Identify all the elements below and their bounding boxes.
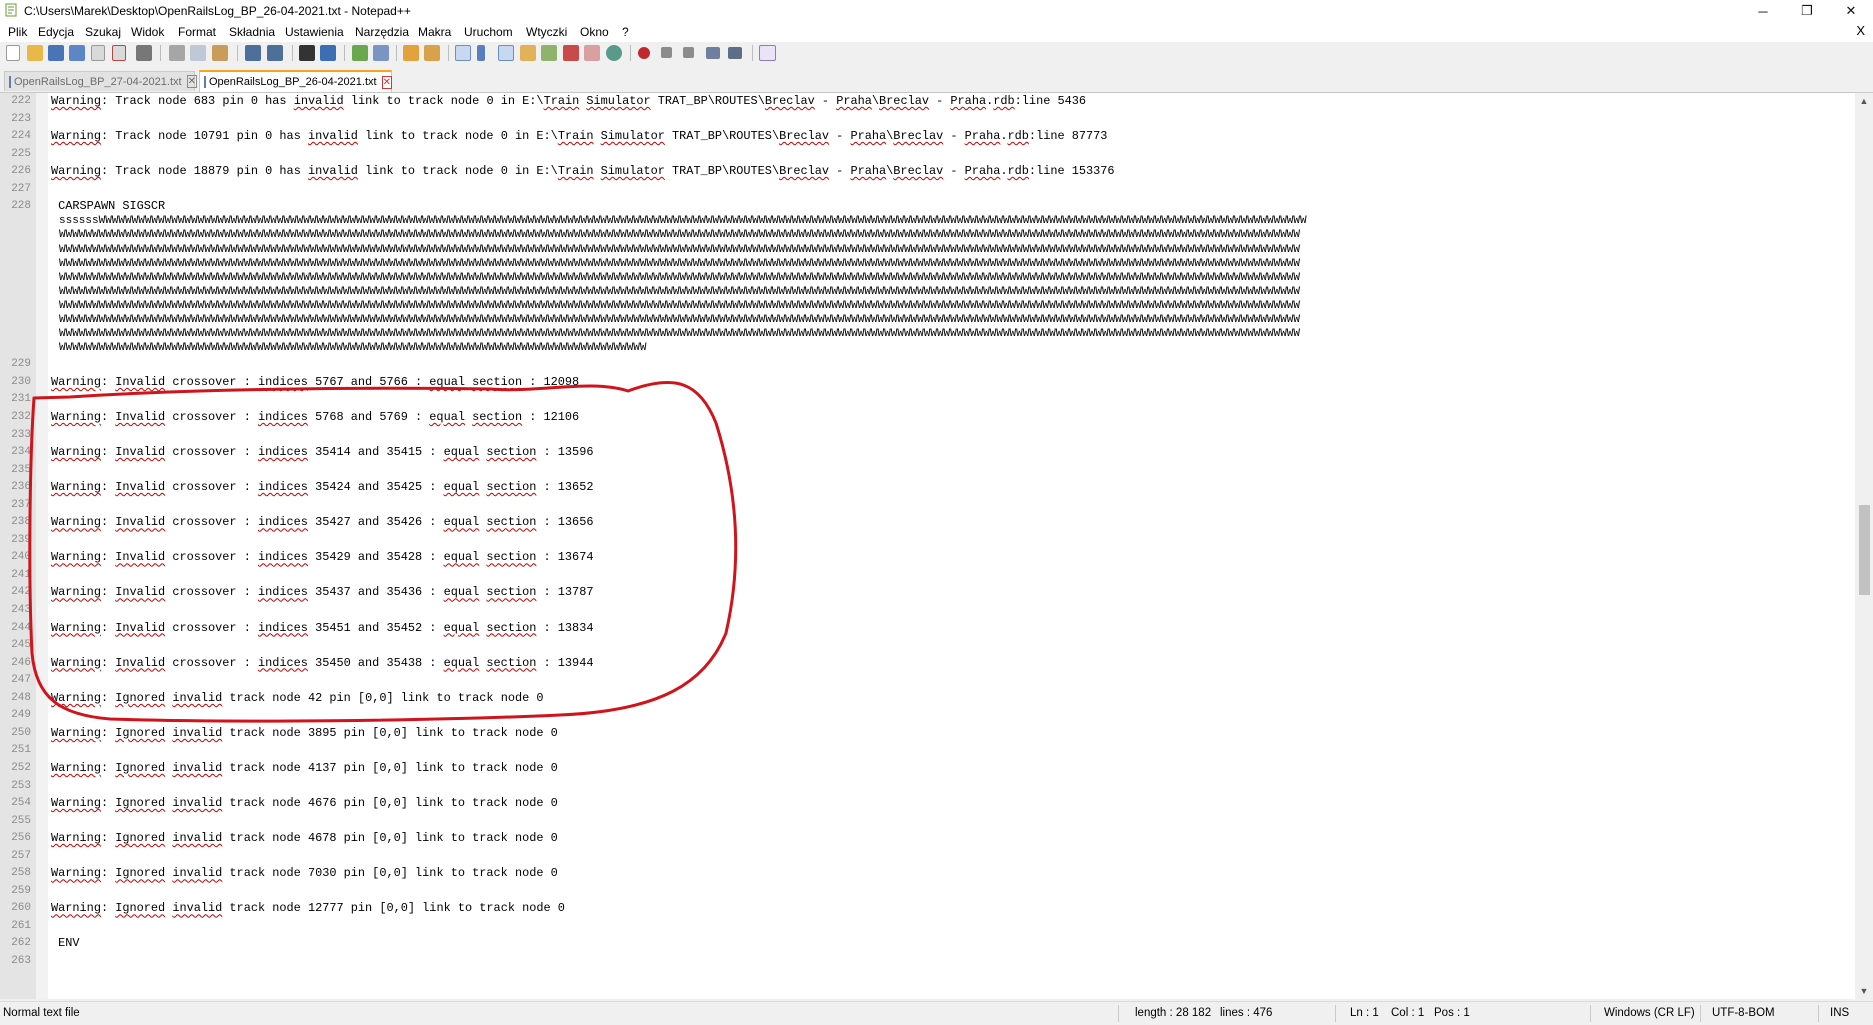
notepad-plus-plus-icon <box>5 3 17 17</box>
save-all-icon[interactable] <box>69 45 85 61</box>
status-encoding: UTF-8-BOM <box>1712 1007 1775 1019</box>
new-file-icon[interactable] <box>6 45 20 61</box>
spell-check-icon[interactable] <box>759 45 776 61</box>
paste-icon[interactable] <box>212 45 228 61</box>
document-map-icon[interactable] <box>541 45 557 61</box>
title-bar: C:\Users\Marek\Desktop\OpenRailsLog_BP_2… <box>0 0 1873 22</box>
restore-button[interactable]: ❐ <box>1785 0 1829 22</box>
minimize-button[interactable]: ─ <box>1741 0 1785 22</box>
status-lines: lines : 476 <box>1220 1007 1273 1019</box>
sync-horizontal-icon[interactable] <box>424 45 440 61</box>
toolbar-separator <box>160 45 161 61</box>
red-freehand-highlight <box>28 381 738 723</box>
menu-narzedzia[interactable]: Narzędzia <box>355 25 409 39</box>
toolbar-separator <box>344 45 345 61</box>
toolbar-separator <box>292 45 293 61</box>
menu-okno[interactable]: Okno <box>580 25 609 39</box>
tab-openrailslog-27-04[interactable]: OpenRailsLog_BP_27-04-2021.txt ✕ <box>4 71 197 91</box>
status-pos: Pos : 1 <box>1434 1007 1470 1019</box>
scroll-up-icon[interactable]: ▲ <box>1855 93 1873 109</box>
status-divider <box>1118 1005 1119 1022</box>
replace-icon[interactable] <box>320 45 336 61</box>
undo-icon[interactable] <box>245 45 261 61</box>
menu-edycja[interactable]: Edycja <box>38 25 74 39</box>
close-document-button[interactable]: X <box>1856 23 1865 38</box>
status-file-type: Normal text file <box>3 1007 80 1019</box>
tab-close-icon[interactable]: ✕ <box>381 75 392 89</box>
status-length: length : 28 182 <box>1135 1007 1212 1019</box>
tab-bar: OpenRailsLog_BP_27-04-2021.txt ✕ OpenRai… <box>0 68 1873 93</box>
close-all-icon[interactable] <box>112 45 126 61</box>
print-icon[interactable] <box>136 45 152 61</box>
user-defined-language-icon[interactable] <box>520 45 536 61</box>
close-button[interactable]: ✕ <box>1829 0 1873 22</box>
status-divider <box>1590 1005 1591 1022</box>
zoom-out-icon[interactable] <box>373 45 389 61</box>
toolbar-separator <box>396 45 397 61</box>
status-divider <box>1335 1005 1336 1022</box>
menu-help[interactable]: ? <box>622 25 629 39</box>
menu-wtyczki[interactable]: Wtyczki <box>526 25 567 39</box>
zoom-in-icon[interactable] <box>352 45 368 61</box>
tab-openrailslog-26-04[interactable]: OpenRailsLog_BP_26-04-2021.txt ✕ <box>199 70 392 92</box>
run-macro-multiple-icon[interactable] <box>706 47 720 59</box>
word-wrap-icon[interactable] <box>455 45 471 61</box>
menu-format[interactable]: Format <box>178 25 216 39</box>
menu-bar: Plik Edycja Szukaj Widok Format Składnia… <box>0 22 1873 42</box>
save-macro-icon[interactable] <box>728 47 742 59</box>
status-col: Col : 1 <box>1391 1007 1425 1019</box>
toolbar-separator <box>237 45 238 61</box>
toolbar-separator <box>752 45 753 61</box>
vertical-scrollbar[interactable]: ▲ ▼ <box>1855 93 1873 999</box>
tab-label: OpenRailsLog_BP_26-04-2021.txt <box>209 76 377 88</box>
status-ln: Ln : 1 <box>1350 1007 1379 1019</box>
menu-skladnia[interactable]: Składnia <box>229 25 275 39</box>
redo-icon[interactable] <box>267 45 283 61</box>
indent-guide-icon[interactable] <box>498 45 514 61</box>
scroll-down-icon[interactable]: ▼ <box>1855 983 1873 999</box>
status-divider <box>1818 1005 1819 1022</box>
sync-vertical-icon[interactable] <box>403 45 419 61</box>
status-eol: Windows (CR LF) <box>1604 1007 1695 1019</box>
menu-plik[interactable]: Plik <box>8 25 27 39</box>
record-macro-icon[interactable] <box>638 47 650 59</box>
copy-icon[interactable] <box>190 45 206 61</box>
show-all-characters-icon[interactable] <box>477 45 485 61</box>
status-divider <box>1700 1005 1701 1022</box>
text-editor[interactable]: 222 223 224 225 226 227 228 229 230 231 232 233 234 2… <box>0 93 1873 999</box>
cut-icon[interactable] <box>169 45 185 61</box>
close-icon[interactable] <box>91 45 105 61</box>
status-bar: Normal text file length : 28 182 lines :… <box>0 1001 1873 1025</box>
menu-szukaj[interactable]: Szukaj <box>85 25 121 39</box>
scrollbar-thumb[interactable] <box>1859 505 1870 595</box>
menu-ustawienia[interactable]: Ustawienia <box>285 25 344 39</box>
toolbar <box>0 42 1873 64</box>
menu-uruchom[interactable]: Uruchom <box>464 25 513 39</box>
menu-makra[interactable]: Makra <box>418 25 451 39</box>
find-icon[interactable] <box>299 45 315 61</box>
folder-as-workspace-icon[interactable] <box>584 45 600 61</box>
open-file-icon[interactable] <box>27 45 43 61</box>
tab-close-icon[interactable]: ✕ <box>186 75 197 88</box>
tab-label: OpenRailsLog_BP_27-04-2021.txt <box>14 75 182 88</box>
monitoring-icon[interactable] <box>606 45 622 61</box>
file-icon <box>204 76 206 88</box>
stop-macro-icon[interactable] <box>661 47 672 58</box>
function-list-icon[interactable] <box>563 45 579 61</box>
menu-widok[interactable]: Widok <box>131 25 164 39</box>
toolbar-separator <box>630 45 631 61</box>
toolbar-separator <box>448 45 449 61</box>
play-macro-icon[interactable] <box>683 47 694 58</box>
status-mode: INS <box>1830 1007 1850 1019</box>
file-icon <box>9 75 11 88</box>
window-title: C:\Users\Marek\Desktop\OpenRailsLog_BP_2… <box>24 4 411 18</box>
save-icon[interactable] <box>48 45 64 61</box>
